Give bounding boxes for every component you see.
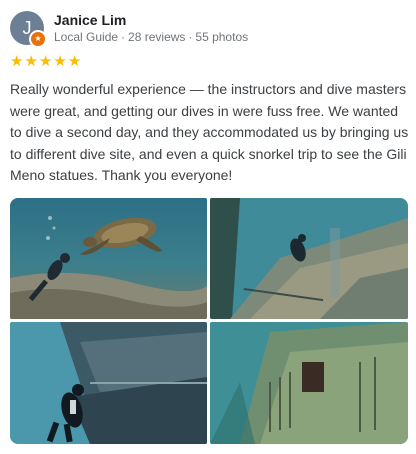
- review-photo-shipwreck[interactable]: [210, 322, 408, 444]
- star-icon: ★: [38, 53, 53, 70]
- photo-count: 55 photos: [195, 29, 249, 44]
- review-photo-hull-diver[interactable]: [10, 322, 207, 444]
- review-count: 28 reviews: [128, 29, 186, 44]
- review-photo-turtle[interactable]: [10, 198, 207, 319]
- reviewer-name[interactable]: Janice Lim: [54, 12, 248, 29]
- star-icon: ★: [24, 53, 38, 70]
- reviewer-avatar[interactable]: J ★: [10, 11, 47, 48]
- review-photo-grid: [10, 198, 408, 444]
- star-rating: ★ ★ ★ ★ ★: [10, 54, 81, 69]
- star-icon: ★: [10, 53, 24, 70]
- local-guide-star-icon: ★: [29, 30, 47, 48]
- reviewer-stats: Local Guide · 28 reviews · 55 photos: [54, 29, 249, 44]
- review-text: Really wonderful experience — the instru…: [10, 81, 409, 183]
- star-icon: ★: [53, 53, 67, 70]
- star-icon: ★: [67, 53, 82, 70]
- review-photo-wreck-diver[interactable]: [210, 198, 408, 319]
- review-header: J ★ Janice Lim Local Guide · 28 reviews · 55…: [10, 10, 249, 48]
- local-guide-label: Local Guide: [54, 29, 119, 44]
